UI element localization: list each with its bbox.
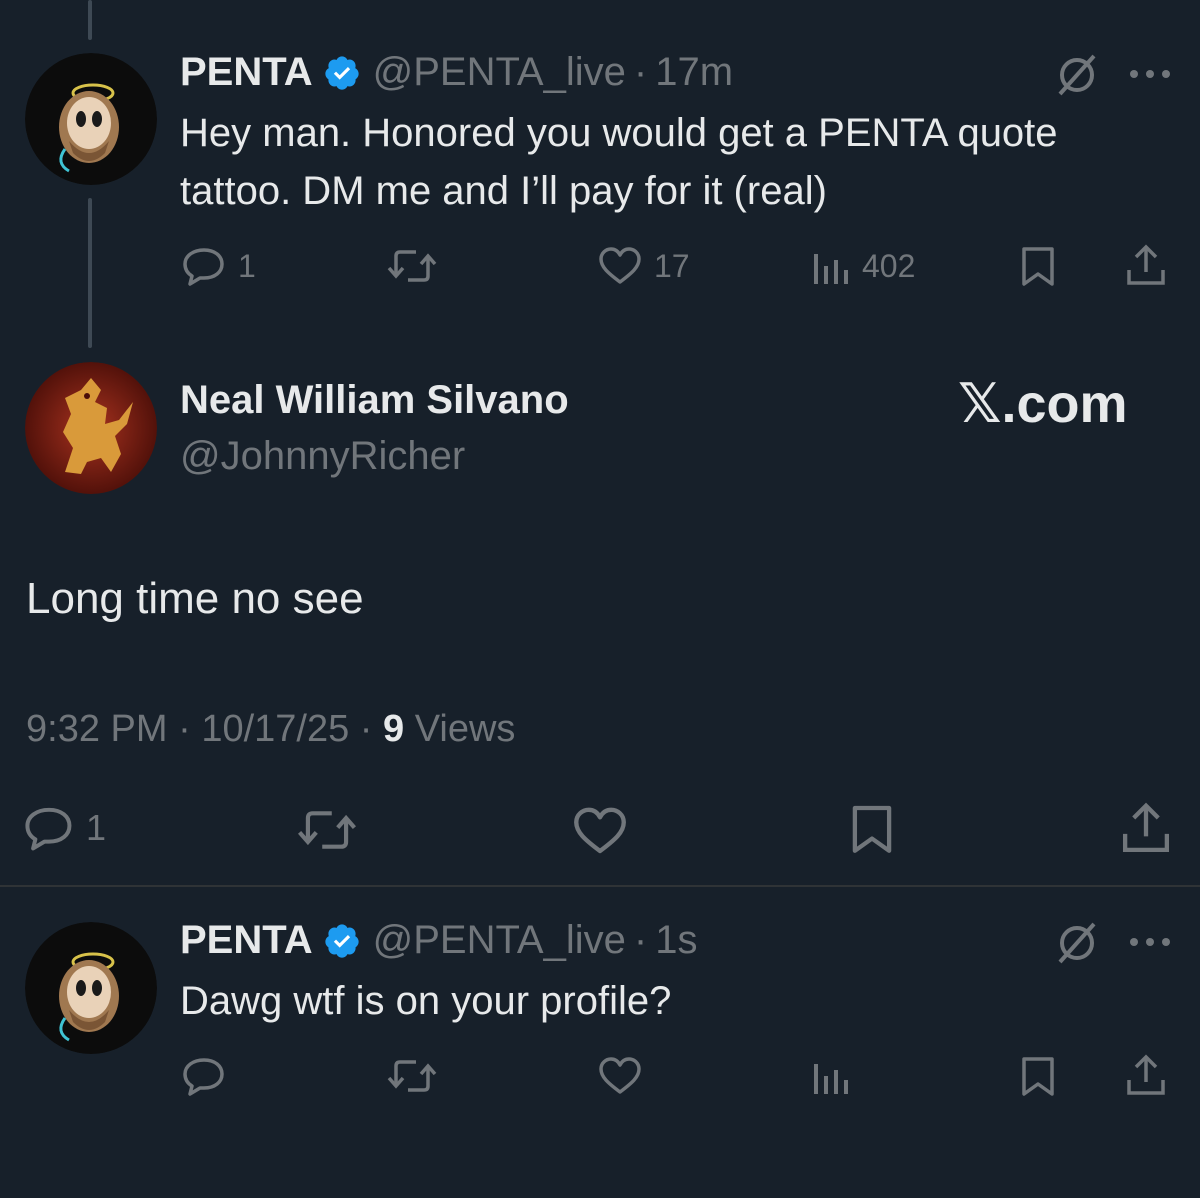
main-tweet-meta: 9:32 PM · 10/17/25 · 9 Views — [26, 708, 515, 751]
reply-icon — [183, 248, 224, 286]
tweet1-header: PENTA @PENTA_live · 17m — [180, 50, 733, 95]
penta-avatar-2[interactable] — [25, 922, 157, 1054]
neal-avatar[interactable] — [25, 362, 157, 494]
penta-avatar[interactable] — [25, 53, 157, 185]
tweet3-share-icon[interactable] — [1125, 1054, 1167, 1098]
tweet3-retweet-icon[interactable] — [386, 1056, 438, 1096]
meta-separator-1: · — [178, 708, 191, 750]
grok-icon[interactable] — [1054, 920, 1100, 966]
main-share-icon[interactable] — [1120, 802, 1172, 856]
views-count: 9 — [383, 708, 405, 750]
main-retweet-icon[interactable] — [296, 806, 358, 854]
more-options-icon[interactable] — [1128, 932, 1172, 952]
reply-icon — [25, 807, 72, 851]
tweet3-header: PENTA @PENTA_live · 1s — [180, 918, 697, 963]
grok-icon[interactable] — [1054, 52, 1100, 98]
main-reply-count: 1 — [86, 807, 107, 848]
tweet1-like-button[interactable]: 17 — [598, 246, 690, 286]
more-options-icon[interactable] — [1128, 64, 1172, 84]
tweet1-reply-count: 1 — [238, 247, 256, 284]
tweet1-text-line1: Hey man. Honored you would get a PENTA q… — [180, 111, 1058, 155]
tweet1-bookmark-icon[interactable] — [1020, 246, 1056, 288]
tweet1-time[interactable]: 17m — [655, 50, 733, 95]
tweet1-text-line2: tattoo. DM me and I’ll pay for it (real) — [180, 169, 827, 213]
verified-badge-icon — [324, 923, 359, 958]
tweet3-text: Dawg wtf is on your profile? — [180, 979, 672, 1023]
tweet1-share-icon[interactable] — [1125, 244, 1167, 288]
tweet3-like-icon[interactable] — [598, 1056, 642, 1096]
verified-badge-icon — [324, 55, 359, 90]
thread-line-mid — [88, 198, 92, 348]
heart-icon — [599, 247, 641, 284]
main-bookmark-icon[interactable] — [850, 804, 894, 856]
tweet1-like-count: 17 — [654, 247, 690, 284]
main-reply-button[interactable]: 1 — [24, 804, 106, 852]
tweet1-views-count: 402 — [862, 247, 916, 284]
thread-line-top — [88, 0, 92, 40]
tweet3-handle[interactable]: @PENTA_live — [373, 918, 626, 963]
tweet3-author-name[interactable]: PENTA — [180, 918, 313, 963]
main-tweet-text: Long time no see — [26, 574, 364, 623]
main-author-handle[interactable]: @JohnnyRicher — [180, 434, 465, 479]
tweet1-separator: · — [633, 50, 648, 94]
tweet1-views-button[interactable]: 402 — [810, 246, 915, 286]
tweet1-retweet-icon[interactable] — [386, 246, 438, 286]
tweet1-reply-button[interactable]: 1 — [182, 246, 256, 286]
main-tweet-date[interactable]: 10/17/25 — [201, 708, 349, 750]
x-com-watermark: 𝕏.com — [958, 374, 1128, 434]
tweet3-views-icon[interactable] — [810, 1056, 850, 1096]
tweet3-separator: · — [633, 918, 648, 962]
tweet1-author-name[interactable]: PENTA — [180, 50, 313, 95]
main-author-name[interactable]: Neal William Silvano — [180, 378, 569, 423]
tweet1-text: Hey man. Honored you would get a PENTA q… — [180, 104, 1180, 220]
tweet1-handle[interactable]: @PENTA_live — [373, 50, 626, 95]
divider — [0, 885, 1200, 887]
main-like-icon[interactable] — [572, 806, 628, 856]
tweet3-time[interactable]: 1s — [655, 918, 697, 963]
meta-separator-2: · — [359, 708, 373, 750]
views-label: Views — [414, 708, 516, 750]
tweet3-bookmark-icon[interactable] — [1020, 1056, 1056, 1098]
tweet3-reply-icon[interactable] — [182, 1056, 226, 1096]
main-tweet-time[interactable]: 9:32 PM — [26, 708, 168, 750]
views-icon — [814, 254, 848, 284]
